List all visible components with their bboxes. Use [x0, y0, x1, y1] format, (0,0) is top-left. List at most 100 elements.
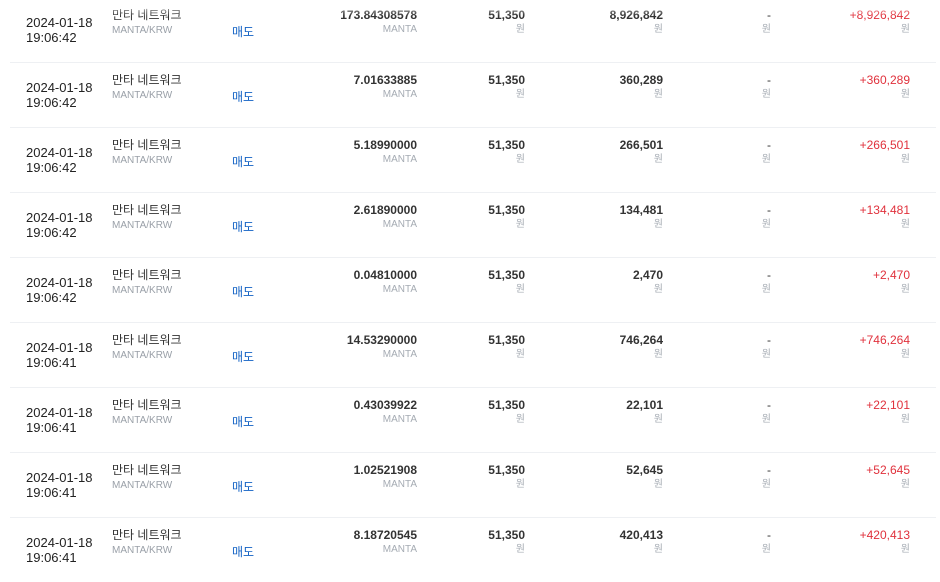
trade-row[interactable]: 2024-01-18 19:06:42 만타 네트워크 MANTA/KRW 매도…: [10, 63, 936, 128]
fee-value: -: [767, 398, 771, 412]
trade-row[interactable]: 2024-01-18 19:06:41 만타 네트워크 MANTA/KRW 매도…: [10, 518, 936, 582]
trade-row[interactable]: 2024-01-18 19:06:42 만타 네트워크 MANTA/KRW 매도…: [10, 128, 936, 193]
coin-pair: MANTA/KRW: [112, 285, 173, 296]
quantity-cell: 0.43039922 MANTA: [290, 398, 417, 426]
fee-cell: - 원: [710, 528, 771, 556]
coin-name: 만타 네트워크: [112, 268, 182, 282]
settlement-value: +266,501: [859, 138, 910, 152]
trade-time: 19:06:41: [26, 485, 77, 500]
coin-cell: 만타 네트워크 MANTA/KRW: [112, 73, 182, 102]
settlement-value: +746,264: [859, 333, 910, 347]
coin-cell: 만타 네트워크 MANTA/KRW: [112, 138, 182, 167]
price-value: 51,350: [488, 333, 525, 347]
fee-cell: - 원: [710, 268, 771, 296]
settlement-unit: 원: [900, 284, 910, 295]
quantity-value: 8.18720545: [353, 528, 417, 542]
price-cell: 51,350 원: [440, 528, 525, 556]
quantity-cell: 14.53290000 MANTA: [290, 333, 417, 361]
quantity-value: 0.04810000: [353, 268, 417, 282]
price-value: 51,350: [488, 268, 525, 282]
fee-value: -: [767, 268, 771, 282]
fee-cell: - 원: [710, 138, 771, 166]
trade-datetime: 2024-01-18 19:06:42: [26, 210, 93, 240]
trade-row[interactable]: 2024-01-18 19:06:42 만타 네트워크 MANTA/KRW 매도…: [10, 258, 936, 323]
trade-side: 매도: [232, 480, 255, 494]
quantity-unit: MANTA: [382, 349, 417, 360]
amount-cell: 360,289 원: [570, 73, 663, 101]
trade-row[interactable]: 2024-01-18 19:06:41 만타 네트워크 MANTA/KRW 매도…: [10, 388, 936, 453]
trade-side: 매도: [232, 545, 255, 559]
settlement-value: +360,289: [859, 73, 910, 87]
price-cell: 51,350 원: [440, 138, 525, 166]
quantity-cell: 2.61890000 MANTA: [290, 203, 417, 231]
trade-datetime: 2024-01-18 19:06:41: [26, 470, 93, 500]
coin-cell: 만타 네트워크 MANTA/KRW: [112, 398, 182, 427]
trade-history-list[interactable]: 2024-01-18 19:06:42 만타 네트워크 MANTA/KRW 매도…: [0, 0, 940, 582]
amount-cell: 22,101 원: [570, 398, 663, 426]
price-value: 51,350: [488, 73, 525, 87]
settlement-unit: 원: [900, 89, 910, 100]
trade-row[interactable]: 2024-01-18 19:06:42 만타 네트워크 MANTA/KRW 매도…: [10, 193, 936, 258]
coin-name: 만타 네트워크: [112, 73, 182, 87]
trade-time: 19:06:41: [26, 355, 77, 370]
trade-datetime: 2024-01-18 19:06:42: [26, 275, 93, 305]
amount-unit: 원: [653, 349, 663, 360]
coin-name: 만타 네트워크: [112, 138, 182, 152]
coin-name: 만타 네트워크: [112, 398, 182, 412]
price-unit: 원: [515, 89, 525, 100]
trade-datetime: 2024-01-18 19:06:41: [26, 340, 93, 370]
amount-cell: 746,264 원: [570, 333, 663, 361]
settlement-value: +22,101: [866, 398, 910, 412]
settlement-value: +2,470: [872, 268, 910, 282]
amount-value: 52,645: [626, 463, 663, 477]
coin-cell: 만타 네트워크 MANTA/KRW: [112, 463, 182, 492]
quantity-unit: MANTA: [382, 154, 417, 165]
fee-unit: 원: [761, 414, 771, 425]
fee-cell: - 원: [710, 333, 771, 361]
trade-date: 2024-01-18: [26, 340, 93, 355]
quantity-unit: MANTA: [382, 284, 417, 295]
price-value: 51,350: [488, 463, 525, 477]
price-cell: 51,350 원: [440, 268, 525, 296]
amount-unit: 원: [653, 284, 663, 295]
fee-unit: 원: [761, 284, 771, 295]
amount-cell: 134,481 원: [570, 203, 663, 231]
coin-name: 만타 네트워크: [112, 203, 182, 217]
amount-unit: 원: [653, 154, 663, 165]
settlement-value: +420,413: [859, 528, 910, 542]
fee-value: -: [767, 528, 771, 542]
coin-pair: MANTA/KRW: [112, 90, 173, 101]
price-cell: 51,350 원: [440, 463, 525, 491]
fee-unit: 원: [761, 24, 771, 35]
fee-unit: 원: [761, 219, 771, 230]
quantity-value: 0.43039922: [353, 398, 417, 412]
quantity-value: 1.02521908: [353, 463, 417, 477]
trade-row[interactable]: 2024-01-18 19:06:41 만타 네트워크 MANTA/KRW 매도…: [10, 323, 936, 388]
price-cell: 51,350 원: [440, 203, 525, 231]
quantity-cell: 5.18990000 MANTA: [290, 138, 417, 166]
amount-unit: 원: [653, 24, 663, 35]
trade-date: 2024-01-18: [26, 210, 93, 225]
coin-pair: MANTA/KRW: [112, 545, 173, 556]
amount-cell: 52,645 원: [570, 463, 663, 491]
trade-date: 2024-01-18: [26, 80, 93, 95]
settlement-unit: 원: [900, 154, 910, 165]
trade-time: 19:06:42: [26, 95, 77, 110]
fee-value: -: [767, 203, 771, 217]
settlement-cell: +746,264 원: [810, 333, 910, 361]
amount-unit: 원: [653, 479, 663, 490]
price-cell: 51,350 원: [440, 398, 525, 426]
fee-unit: 원: [761, 544, 771, 555]
coin-cell: 만타 네트워크 MANTA/KRW: [112, 333, 182, 362]
coin-cell: 만타 네트워크 MANTA/KRW: [112, 268, 182, 297]
amount-cell: 2,470 원: [570, 268, 663, 296]
quantity-value: 2.61890000: [353, 203, 417, 217]
settlement-value: +52,645: [866, 463, 910, 477]
quantity-unit: MANTA: [382, 479, 417, 490]
quantity-unit: MANTA: [382, 414, 417, 425]
trade-row[interactable]: 2024-01-18 19:06:41 만타 네트워크 MANTA/KRW 매도…: [10, 453, 936, 518]
trade-date: 2024-01-18: [26, 535, 93, 550]
trade-datetime: 2024-01-18 19:06:42: [26, 15, 93, 45]
price-unit: 원: [515, 479, 525, 490]
quantity-unit: MANTA: [382, 24, 417, 35]
